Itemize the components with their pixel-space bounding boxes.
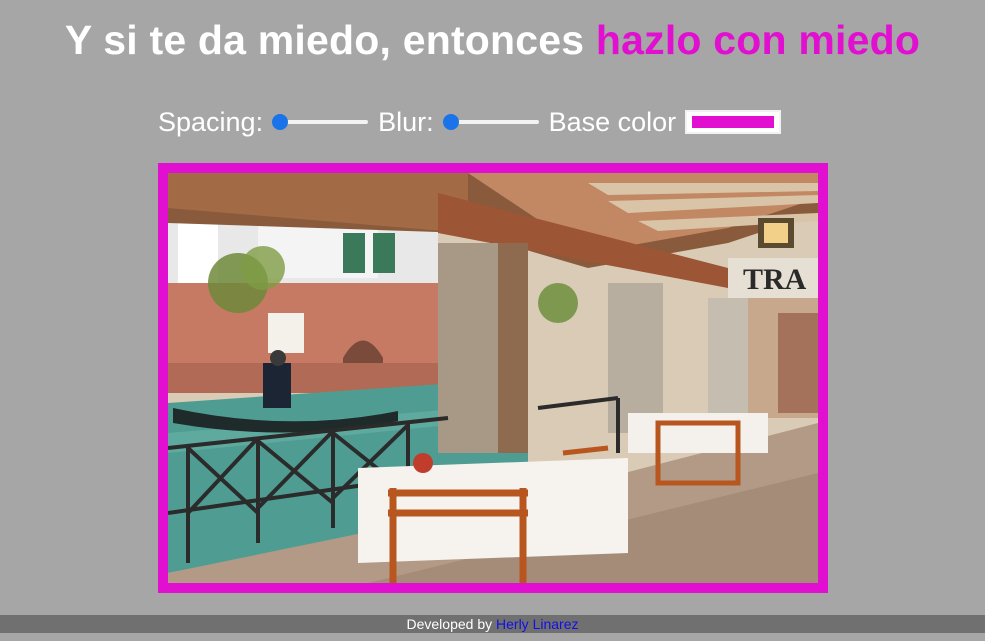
controls-bar: Spacing: Blur: Base color [158, 104, 782, 140]
title-highlight: hazlo con miedo [595, 17, 921, 63]
blur-slider-thumb[interactable] [442, 114, 459, 130]
spacing-label: Spacing: [158, 106, 264, 137]
blur-label: Blur: [378, 106, 434, 137]
base-color-input[interactable] [685, 110, 782, 134]
footer-developed-by: Developed by [406, 616, 493, 632]
spacing-slider-thumb[interactable] [272, 114, 289, 130]
title-plain: Y si te da miedo, entonces [64, 17, 585, 63]
sign-text: TRA [743, 263, 807, 296]
image-frame: TRA [158, 163, 828, 593]
venice-restaurant-image: TRA [168, 173, 818, 583]
blur-slider[interactable] [442, 112, 539, 132]
base-color-swatch [692, 116, 775, 128]
page-title: Y si te da miedo, entonces hazlo con mie… [0, 17, 985, 64]
base-color-label: Base color [548, 106, 677, 137]
author-link[interactable]: Herly Linarez [496, 616, 578, 632]
footer: Developed by Herly Linarez [0, 615, 985, 633]
page: Y si te da miedo, entonces hazlo con mie… [0, 0, 985, 641]
spacing-slider-track [279, 120, 369, 124]
spacing-slider[interactable] [272, 112, 369, 132]
blur-slider-track [449, 120, 539, 124]
